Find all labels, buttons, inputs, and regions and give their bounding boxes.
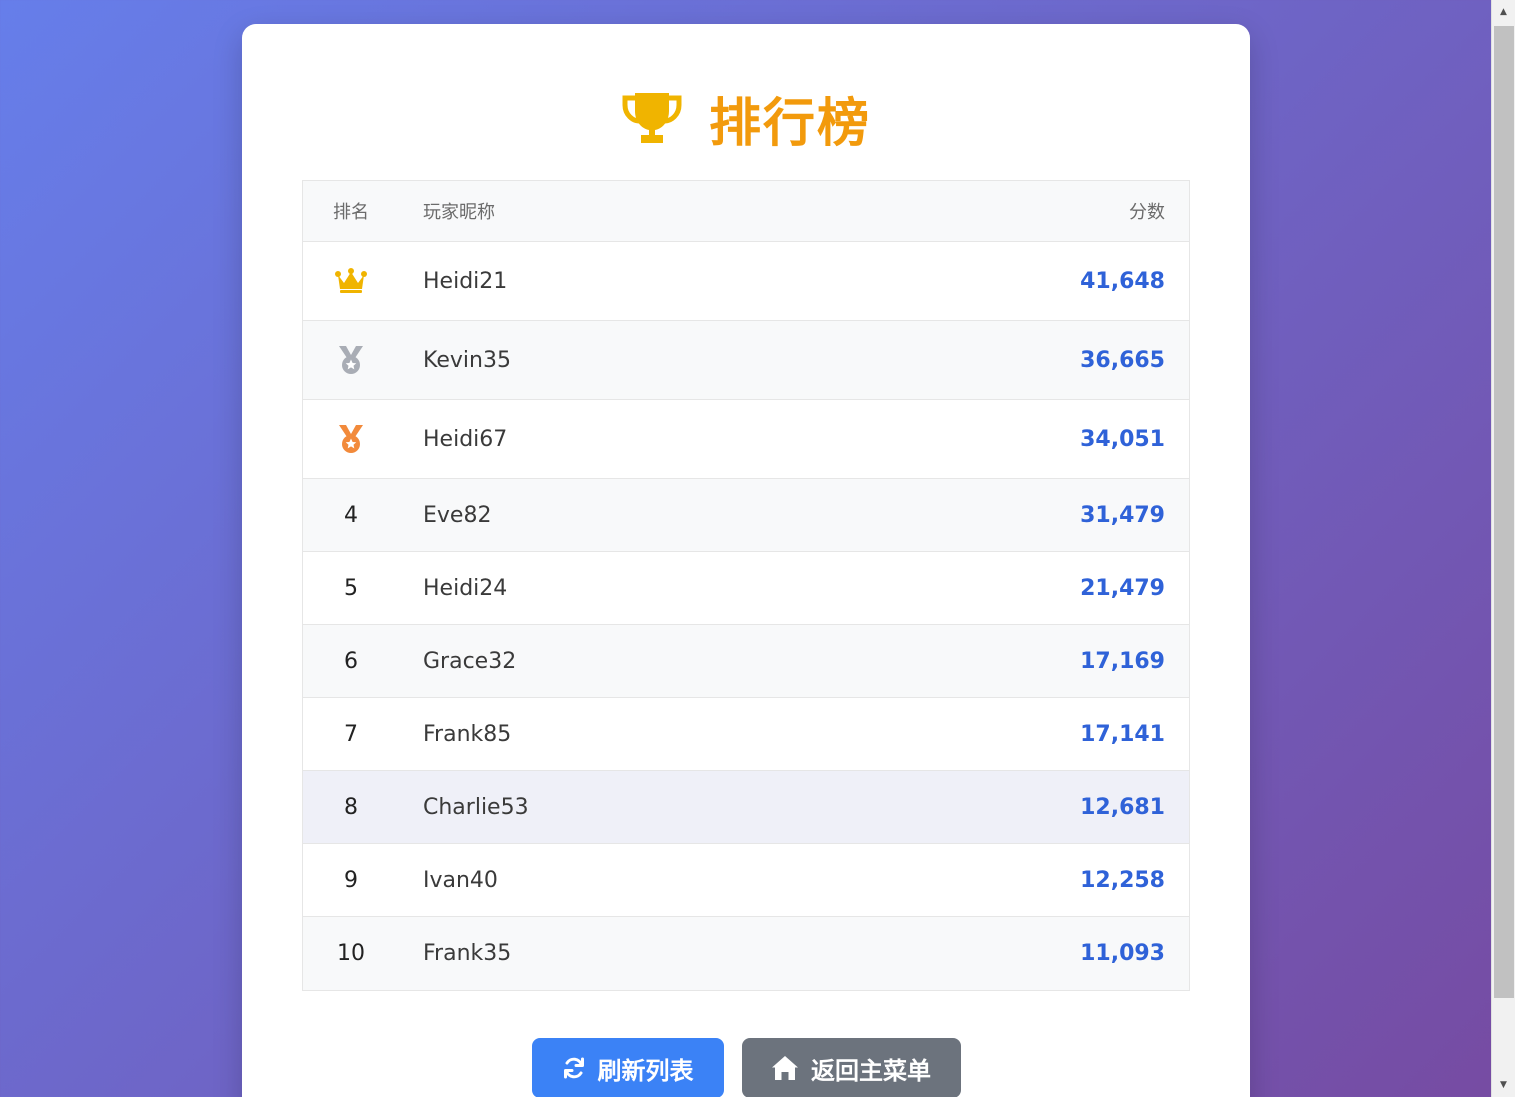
- rank-number: 9: [344, 867, 358, 893]
- player-name: Ivan40: [423, 867, 498, 893]
- rank-cell: [303, 268, 399, 294]
- scroll-down-arrow-icon[interactable]: ▼: [1492, 1073, 1515, 1097]
- player-score: 31,479: [1080, 502, 1165, 528]
- page-title: 排行榜: [708, 93, 871, 154]
- player-name: Heidi24: [423, 575, 508, 601]
- player-name: Grace32: [423, 648, 517, 674]
- table-row[interactable]: Heidi21 41,648: [303, 242, 1189, 321]
- player-score: 12,681: [1080, 794, 1165, 820]
- back-to-main-menu-button[interactable]: 返回主菜单: [741, 1038, 961, 1097]
- player-name: Heidi67: [423, 426, 508, 452]
- player-score: 21,479: [1080, 575, 1165, 601]
- rank-number: 7: [344, 721, 358, 747]
- rank-number: 5: [344, 575, 358, 601]
- player-score: 34,051: [1080, 426, 1165, 452]
- score-column-header: 分数: [1129, 202, 1165, 223]
- bronze-medal-icon: [339, 425, 363, 453]
- player-score: 12,258: [1080, 867, 1165, 893]
- page-scrollbar[interactable]: ▲ ▼: [1491, 0, 1515, 1097]
- table-row[interactable]: 8 Charlie53 12,681: [303, 771, 1189, 844]
- player-name: Charlie53: [423, 794, 529, 820]
- scrollbar-thumb[interactable]: [1494, 26, 1514, 998]
- refresh-icon: [563, 1057, 584, 1079]
- player-name: Heidi21: [423, 268, 508, 294]
- crown-icon: [335, 268, 367, 293]
- action-buttons: 刷新列表 返回主菜单: [242, 1038, 1250, 1097]
- table-row[interactable]: 7 Frank85 17,141: [303, 698, 1189, 771]
- player-score: 41,648: [1080, 268, 1165, 294]
- leaderboard-header: 排行榜: [242, 86, 1250, 154]
- table-row[interactable]: 10 Frank35 11,093: [303, 917, 1189, 990]
- table-row[interactable]: 4 Eve82 31,479: [303, 479, 1189, 552]
- table-row[interactable]: 6 Grace32 17,169: [303, 625, 1189, 698]
- player-name: Kevin35: [423, 347, 511, 373]
- leaderboard-card: 排行榜 排名 玩家昵称 分数 Heidi21 41,648 Kevin35 36…: [242, 24, 1250, 1097]
- table-row[interactable]: 9 Ivan40 12,258: [303, 844, 1189, 917]
- leaderboard-table: 排名 玩家昵称 分数 Heidi21 41,648 Kevin35 36,665…: [302, 180, 1190, 991]
- home-icon: [772, 1056, 798, 1080]
- player-name: Eve82: [423, 502, 492, 528]
- player-score: 11,093: [1080, 941, 1165, 966]
- player-name: Frank35: [423, 941, 512, 966]
- home-button-label: 返回主菜单: [811, 1056, 931, 1085]
- table-header: 排名 玩家昵称 分数: [303, 181, 1189, 242]
- rank-number: 8: [344, 794, 358, 820]
- player-score: 36,665: [1080, 347, 1165, 373]
- table-row[interactable]: 5 Heidi24 21,479: [303, 552, 1189, 625]
- rank-cell: [303, 424, 399, 454]
- rank-number: 10: [337, 941, 365, 966]
- rank-number: 4: [344, 502, 358, 528]
- silver-medal-icon: [339, 346, 363, 374]
- rank-number: 6: [344, 648, 358, 674]
- table-row[interactable]: Heidi67 34,051: [303, 400, 1189, 479]
- player-name: Frank85: [423, 721, 512, 747]
- refresh-button-label: 刷新列表: [597, 1056, 694, 1085]
- trophy-icon: [622, 93, 682, 143]
- scroll-up-arrow-icon[interactable]: ▲: [1492, 0, 1515, 24]
- table-row[interactable]: Kevin35 36,665: [303, 321, 1189, 400]
- rank-cell: [303, 345, 399, 375]
- refresh-list-button[interactable]: 刷新列表: [531, 1038, 724, 1097]
- player-score: 17,169: [1080, 648, 1165, 674]
- rank-column-header: 排名: [333, 202, 369, 223]
- name-column-header: 玩家昵称: [423, 202, 495, 223]
- player-score: 17,141: [1080, 721, 1165, 747]
